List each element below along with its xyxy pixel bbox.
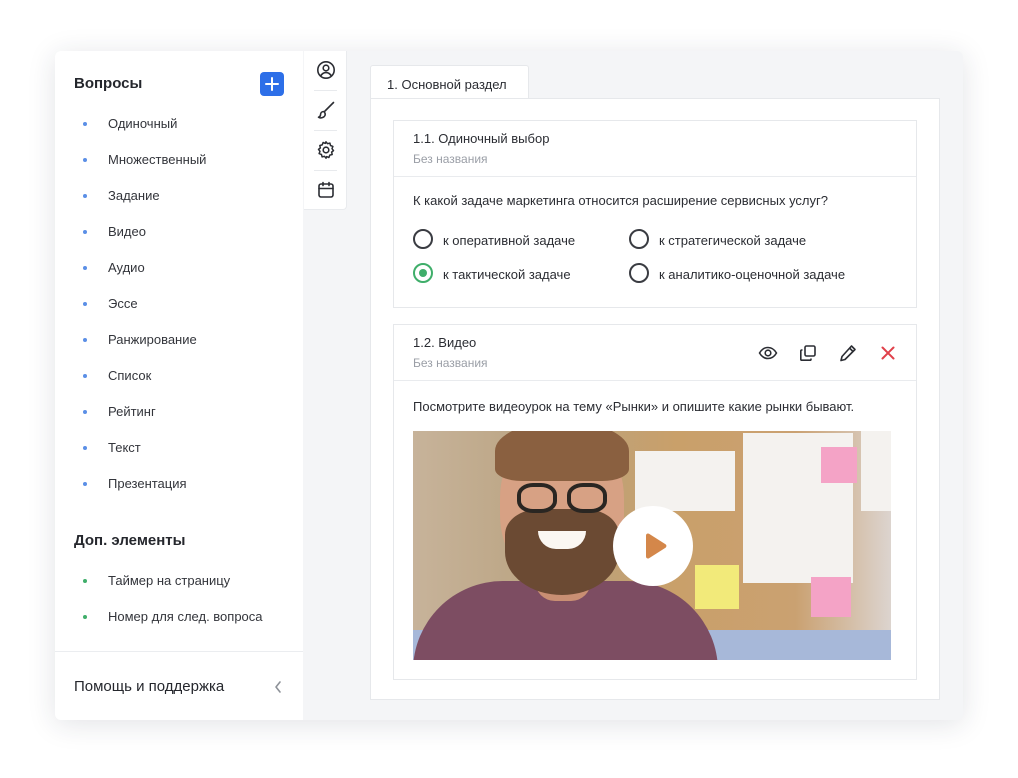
background-sticky-note bbox=[811, 577, 851, 617]
delete-button[interactable] bbox=[876, 341, 900, 365]
sidebar-item-essay[interactable]: Эссе bbox=[55, 285, 303, 321]
tab-main-section[interactable]: 1. Основной раздел bbox=[370, 65, 529, 99]
extra-elements-list: Таймер на страницу Номер для след. вопро… bbox=[55, 562, 303, 634]
questions-title: Вопросы bbox=[74, 75, 143, 92]
extra-elements-title: Доп. элементы bbox=[74, 532, 186, 549]
help-support-label: Помощь и поддержка bbox=[74, 678, 225, 695]
person-glasses-right bbox=[567, 483, 607, 513]
background-sticky-note bbox=[695, 565, 739, 609]
bullet-dot bbox=[83, 122, 87, 126]
bullet-dot bbox=[83, 482, 87, 486]
close-icon bbox=[881, 346, 895, 360]
option-tactical[interactable]: к тактической задаче bbox=[413, 263, 613, 285]
bullet-dot bbox=[83, 302, 87, 306]
task-text: Посмотрите видеоурок на тему «Рынки» и о… bbox=[413, 399, 855, 414]
sidebar-item-ranking[interactable]: Ранжирование bbox=[55, 321, 303, 357]
card-header: 1.2. Видео Без названия bbox=[394, 325, 916, 381]
duplicate-button[interactable] bbox=[796, 341, 820, 365]
copy-icon bbox=[800, 345, 816, 361]
profile-tool-button[interactable] bbox=[304, 51, 347, 90]
bullet-dot bbox=[83, 266, 87, 270]
sidebar-item-video[interactable]: Видео bbox=[55, 213, 303, 249]
person-glasses-left bbox=[517, 483, 557, 513]
chevron-left-icon bbox=[275, 681, 281, 693]
edit-button[interactable] bbox=[836, 341, 860, 365]
add-question-button[interactable] bbox=[260, 72, 284, 96]
tab-label: 1. Основной раздел bbox=[387, 77, 507, 92]
bullet-dot bbox=[83, 579, 87, 583]
bullet-dot bbox=[83, 230, 87, 234]
sidebar-item-text[interactable]: Текст bbox=[55, 429, 303, 465]
user-circle-icon bbox=[317, 61, 335, 79]
option-analytical[interactable]: к аналитико-оценочной задаче bbox=[629, 263, 889, 285]
schedule-tool-button[interactable] bbox=[304, 171, 347, 210]
radio-button[interactable] bbox=[413, 229, 433, 249]
card-subtitle: Без названия bbox=[413, 152, 488, 166]
bullet-dot bbox=[83, 446, 87, 450]
bullet-dot bbox=[83, 615, 87, 619]
sidebar: Вопросы Одиночный Множественный Задание … bbox=[55, 51, 303, 720]
app-window: Вопросы Одиночный Множественный Задание … bbox=[55, 51, 963, 720]
content-panel: 1.1. Одиночный выбор Без названия К како… bbox=[370, 98, 940, 700]
question-card-single-choice: 1.1. Одиночный выбор Без названия К како… bbox=[393, 120, 917, 308]
question-card-video: 1.2. Видео Без названия Посмотрите видео… bbox=[393, 324, 917, 680]
person-hair bbox=[495, 431, 629, 481]
sidebar-item-presentation[interactable]: Презентация bbox=[55, 465, 303, 501]
preview-button[interactable] bbox=[756, 341, 780, 365]
bullet-dot bbox=[83, 194, 87, 198]
bullet-dot bbox=[83, 374, 87, 378]
radio-button-checked[interactable] bbox=[413, 263, 433, 283]
question-text: К какой задаче маркетинга относится расш… bbox=[413, 193, 828, 208]
eye-icon bbox=[758, 346, 778, 360]
play-button[interactable] bbox=[613, 506, 693, 586]
card-header: 1.1. Одиночный выбор Без названия bbox=[394, 121, 916, 177]
option-operational[interactable]: к оперативной задаче bbox=[413, 229, 613, 251]
sidebar-item-next-question-number[interactable]: Номер для след. вопроса bbox=[55, 598, 303, 634]
sidebar-item-single[interactable]: Одиночный bbox=[55, 105, 303, 141]
tool-rail bbox=[304, 51, 347, 210]
help-support-button[interactable]: Помощь и поддержка bbox=[55, 651, 303, 720]
sidebar-item-list[interactable]: Список bbox=[55, 357, 303, 393]
bullet-dot bbox=[83, 338, 87, 342]
brush-icon bbox=[317, 101, 335, 119]
card-title: 1.2. Видео bbox=[413, 335, 477, 350]
video-player[interactable] bbox=[413, 431, 891, 660]
sidebar-item-multiple[interactable]: Множественный bbox=[55, 141, 303, 177]
background-paper bbox=[861, 431, 891, 511]
gear-icon bbox=[317, 141, 335, 159]
calendar-icon bbox=[318, 181, 334, 198]
play-icon bbox=[646, 533, 667, 559]
sidebar-item-rating[interactable]: Рейтинг bbox=[55, 393, 303, 429]
option-strategic[interactable]: к стратегической задаче bbox=[629, 229, 849, 251]
background-paper bbox=[635, 451, 735, 511]
question-type-list: Одиночный Множественный Задание Видео Ау… bbox=[55, 105, 303, 501]
sidebar-item-task[interactable]: Задание bbox=[55, 177, 303, 213]
sidebar-item-page-timer[interactable]: Таймер на страницу bbox=[55, 562, 303, 598]
bullet-dot bbox=[83, 410, 87, 414]
design-tool-button[interactable] bbox=[304, 91, 347, 130]
bullet-dot bbox=[83, 158, 87, 162]
settings-tool-button[interactable] bbox=[304, 131, 347, 170]
card-title: 1.1. Одиночный выбор bbox=[413, 131, 550, 146]
pencil-icon bbox=[840, 345, 856, 362]
radio-button[interactable] bbox=[629, 263, 649, 283]
card-subtitle: Без названия bbox=[413, 356, 488, 370]
sidebar-item-audio[interactable]: Аудио bbox=[55, 249, 303, 285]
radio-button[interactable] bbox=[629, 229, 649, 249]
plus-icon bbox=[265, 77, 279, 91]
person-beard bbox=[505, 509, 619, 595]
background-sticky-note bbox=[821, 447, 857, 483]
